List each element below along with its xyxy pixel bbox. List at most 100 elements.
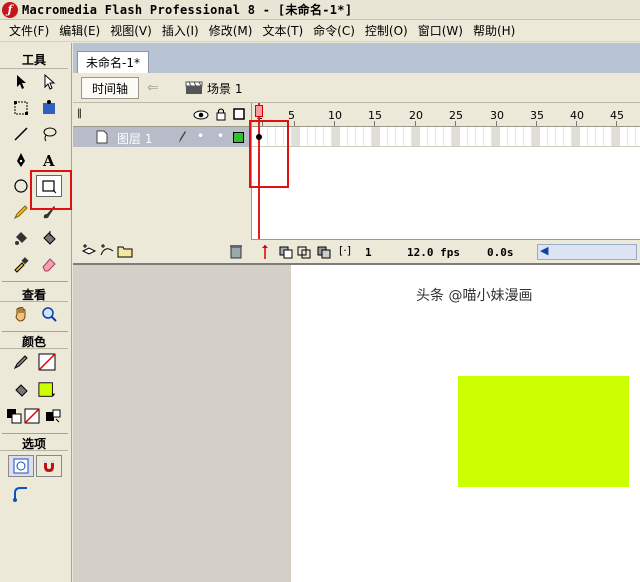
ruler-number: 35: [530, 109, 544, 122]
timeline-horizontal-scrollbar[interactable]: ◀: [537, 244, 637, 260]
lock-icon[interactable]: [215, 107, 227, 121]
frame-rate[interactable]: 12.0 fps: [407, 243, 460, 261]
edit-multiple-frames-icon[interactable]: [317, 244, 331, 260]
onion-skin-icon[interactable]: [279, 244, 293, 260]
menu-text[interactable]: 文本(T): [257, 22, 308, 39]
paint-bucket-tool[interactable]: [36, 227, 62, 249]
text-tool[interactable]: A: [36, 149, 62, 171]
center-frame-icon[interactable]: [259, 244, 271, 260]
layer-panel: ‖ 图层 1 • •: [73, 103, 251, 263]
eye-icon[interactable]: [193, 109, 209, 121]
layer-name[interactable]: 图层 1: [117, 130, 152, 147]
insert-layer-icon[interactable]: [81, 243, 97, 259]
watermark: 头条 @喵小妹漫画: [416, 288, 533, 304]
free-transform-tool[interactable]: [8, 97, 34, 119]
no-color-button[interactable]: [22, 405, 42, 427]
ruler-number: 10: [328, 109, 342, 122]
frame-cell: [492, 127, 500, 146]
black-white-button[interactable]: [4, 405, 24, 427]
pen-tool[interactable]: [8, 149, 34, 171]
tools-header: 工具: [0, 51, 68, 69]
fill-swatch-icon: [38, 382, 56, 397]
layer-row[interactable]: 图层 1 • •: [73, 127, 251, 147]
menu-help[interactable]: 帮助(H): [468, 22, 520, 39]
rectangle-icon: [42, 180, 57, 194]
stroke-color-swatch[interactable]: [34, 351, 60, 373]
line-tool[interactable]: [8, 123, 34, 145]
eraser-tool[interactable]: [36, 253, 62, 275]
keyframe-dot[interactable]: [256, 134, 262, 140]
fill-color-control[interactable]: [8, 379, 34, 401]
text-a-icon: A: [42, 152, 55, 169]
transform-icon: [14, 101, 28, 115]
ruler-tick: [262, 121, 263, 126]
scroll-left-arrow-icon[interactable]: ◀: [540, 244, 548, 257]
visibility-dot[interactable]: •: [197, 129, 204, 143]
edit-bar: 时间轴 ⇐ 场景 1: [73, 73, 640, 103]
menu-modify[interactable]: 修改(M): [204, 22, 258, 39]
fill-transform-tool[interactable]: [36, 97, 62, 119]
add-motion-guide-icon[interactable]: [99, 243, 115, 259]
rectangle-tool[interactable]: [36, 175, 62, 197]
scene-label[interactable]: 场景 1: [207, 80, 242, 97]
lock-dot[interactable]: •: [217, 129, 224, 143]
rectangle-shape[interactable]: [458, 376, 629, 487]
insert-folder-icon[interactable]: [117, 243, 133, 259]
oval-icon: [14, 179, 28, 193]
black-white-icon: [7, 409, 22, 424]
ruler-number: 15: [368, 109, 382, 122]
subselection-tool[interactable]: [36, 71, 62, 93]
window-title: Macromedia Flash Professional 8 - [未命名-1…: [22, 3, 353, 17]
ruler-tick: [455, 121, 456, 126]
brush-icon: [43, 206, 55, 219]
round-rectangle-radius-option[interactable]: [8, 483, 34, 505]
document-tab[interactable]: 未命名-1*: [77, 51, 149, 73]
selection-tool[interactable]: [8, 71, 34, 93]
view-header: 查看: [0, 286, 68, 302]
timeline-toggle-button[interactable]: 时间轴: [81, 77, 139, 99]
ink-bottle-icon: [15, 232, 27, 245]
pencil-tool[interactable]: [8, 201, 34, 223]
fill-color-swatch[interactable]: [34, 379, 60, 401]
modify-markers-icon[interactable]: [·]: [339, 244, 351, 257]
ink-bottle-tool[interactable]: [8, 227, 34, 249]
brush-tool[interactable]: [36, 201, 62, 223]
playhead-handle[interactable]: [255, 105, 263, 117]
ruler-tick: [496, 121, 497, 126]
menu-commands[interactable]: 命令(C): [308, 22, 360, 39]
zoom-tool[interactable]: [36, 303, 62, 325]
ruler-number: 40: [570, 109, 584, 122]
eyedropper-tool[interactable]: [8, 253, 34, 275]
lasso-tool[interactable]: [36, 123, 62, 145]
hand-tool[interactable]: [8, 303, 34, 325]
menu-insert[interactable]: 插入(I): [157, 22, 204, 39]
frame-cell: [572, 127, 580, 146]
frames-row[interactable]: [252, 127, 640, 147]
swap-colors-button[interactable]: [42, 405, 64, 427]
ruler-number: 25: [449, 109, 463, 122]
frame-cell: [412, 127, 420, 146]
back-arrow-icon[interactable]: ⇐: [147, 80, 159, 96]
timeline-grip[interactable]: ‖: [77, 108, 82, 119]
ruler-tick: [536, 121, 537, 126]
frame-ruler[interactable]: 1 5 10 15 20 25 30 35 40 45: [252, 103, 640, 127]
paint-bucket-icon: [43, 231, 56, 245]
timeline-status-bar: [·] 1 12.0 fps 0.0s ◀: [251, 239, 640, 263]
frame-cell: [332, 127, 340, 146]
oval-tool[interactable]: [8, 175, 34, 197]
menu-view[interactable]: 视图(V): [105, 22, 157, 39]
object-drawing-option[interactable]: [8, 455, 34, 477]
snap-to-objects-option[interactable]: [36, 455, 62, 477]
stage-canvas[interactable]: [291, 265, 640, 582]
tools-panel: 工具 A 查看 颜色 选项: [0, 43, 72, 582]
layer-outline-color[interactable]: [233, 132, 244, 143]
menu-window[interactable]: 窗口(W): [413, 22, 468, 39]
onion-skin-outlines-icon[interactable]: [297, 244, 311, 260]
menu-file[interactable]: 文件(F): [4, 22, 54, 39]
menu-edit[interactable]: 编辑(E): [54, 22, 105, 39]
frame-cell: [532, 127, 540, 146]
stroke-color-control[interactable]: [8, 351, 34, 373]
outline-icon[interactable]: [233, 108, 245, 120]
trash-icon[interactable]: [229, 243, 243, 259]
menu-control[interactable]: 控制(O): [360, 22, 413, 39]
